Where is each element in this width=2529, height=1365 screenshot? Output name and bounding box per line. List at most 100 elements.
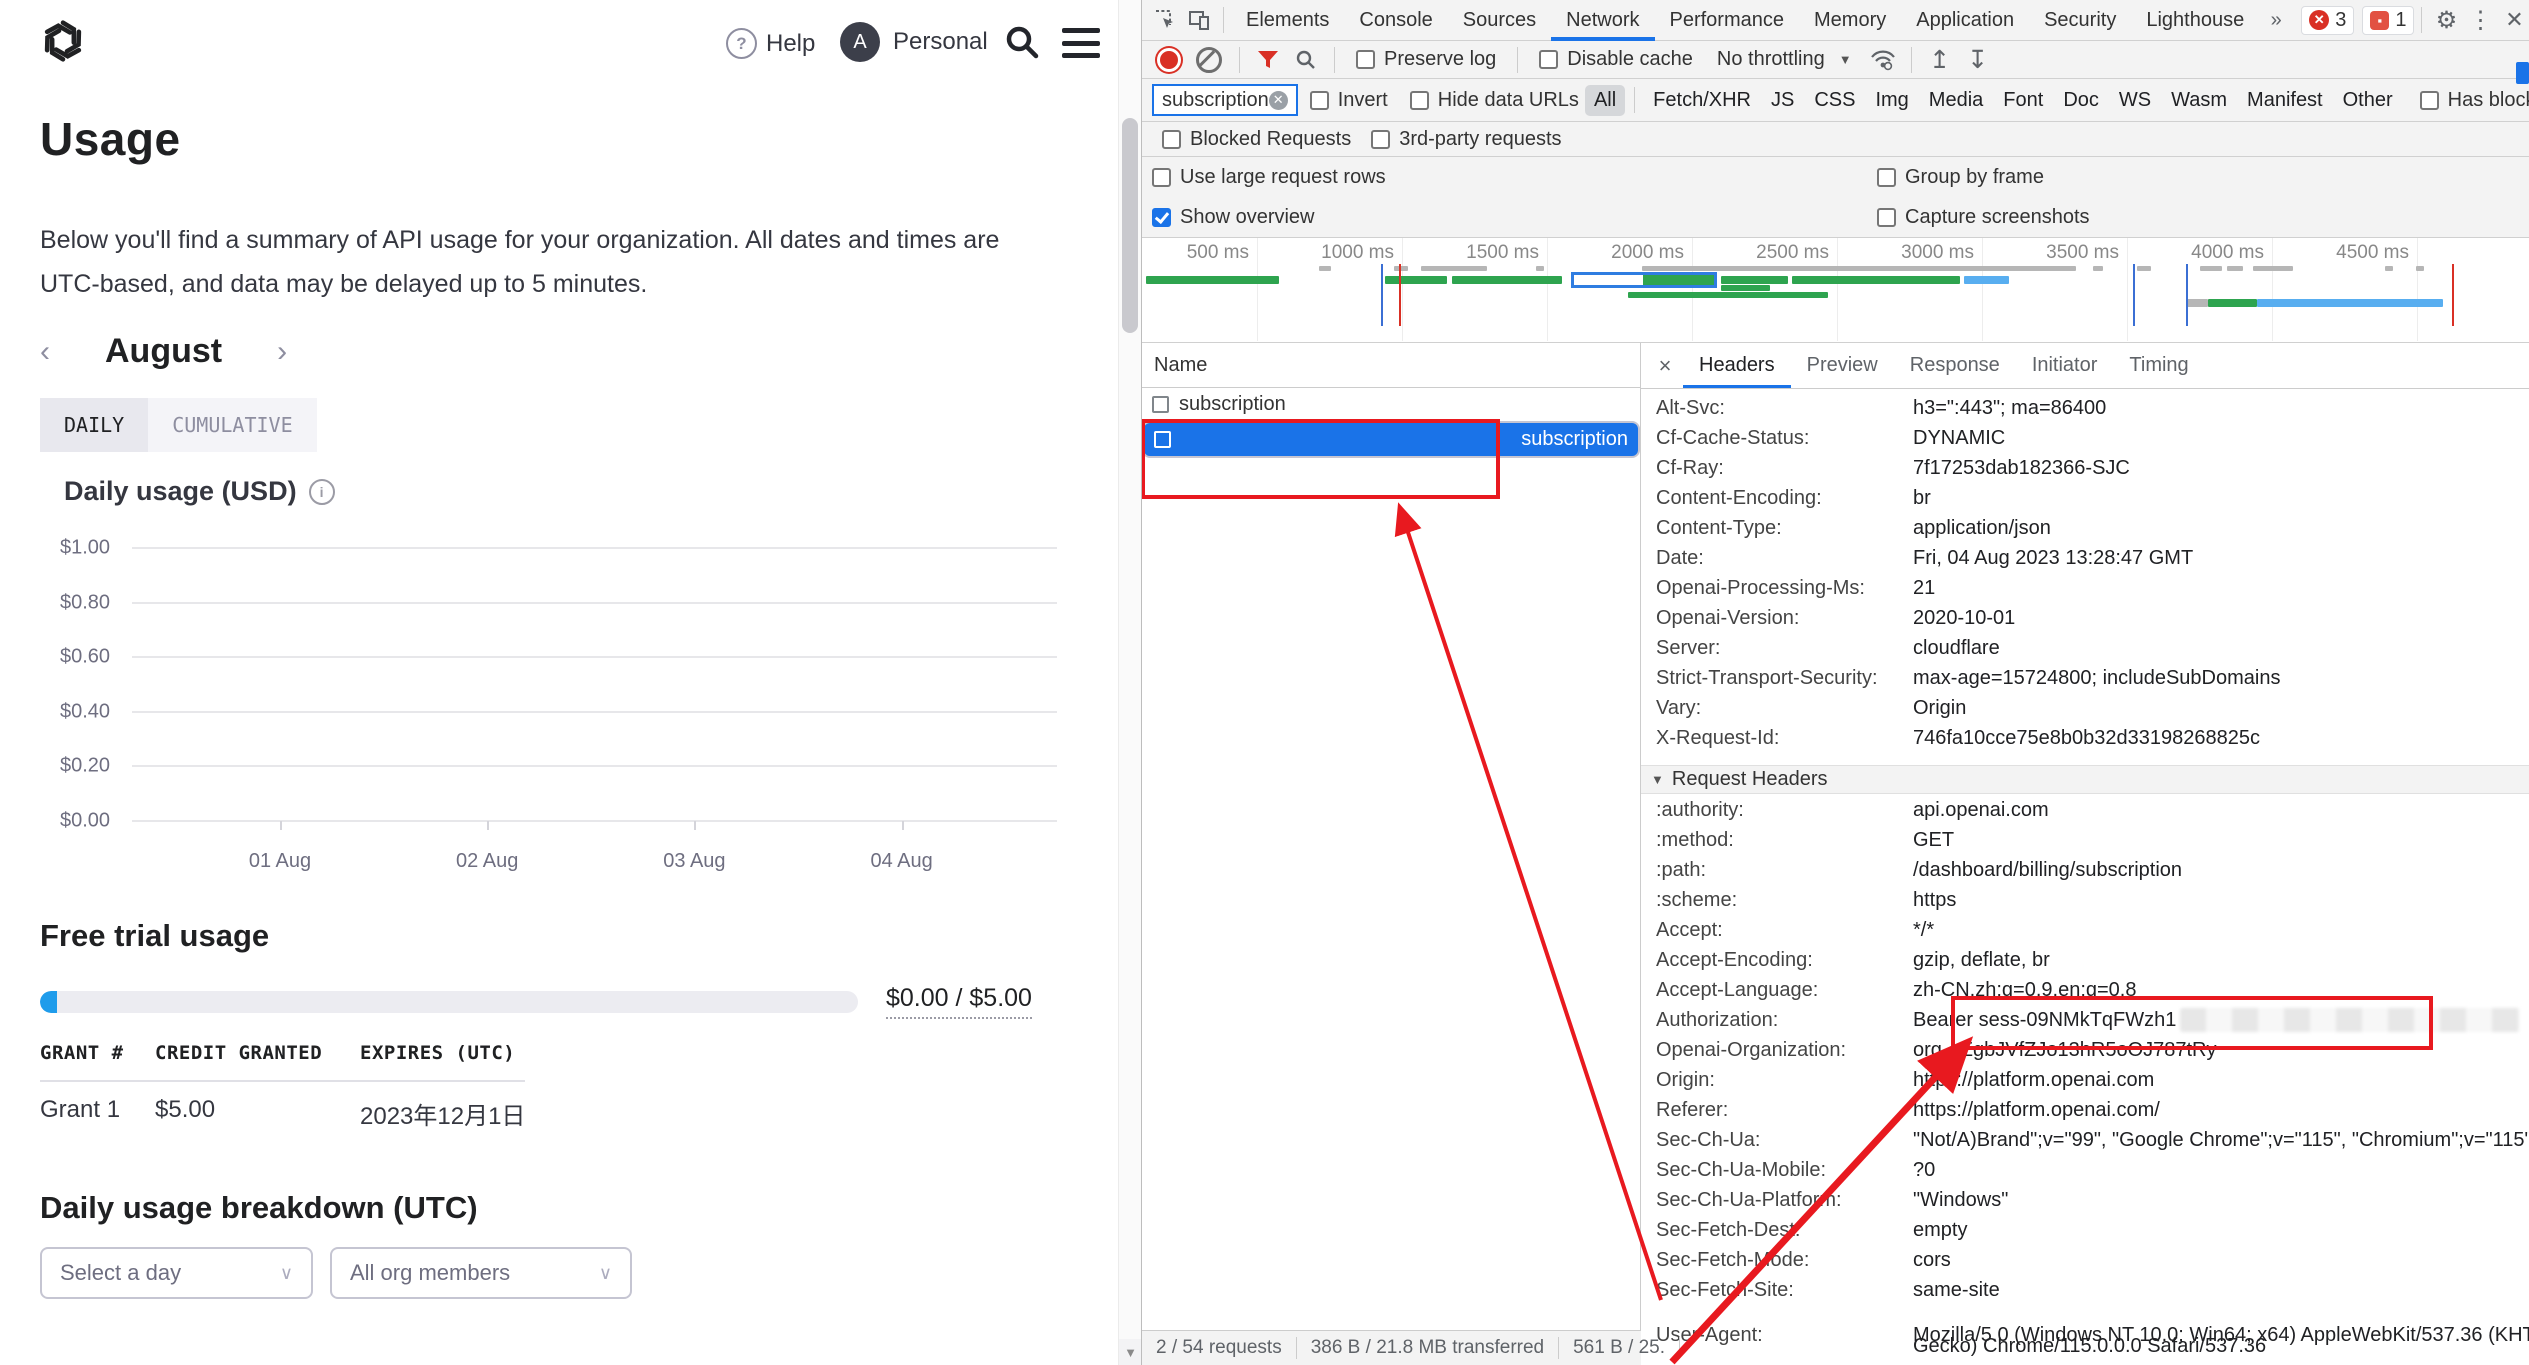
- separator: [1911, 47, 1912, 73]
- x-axis-label: 03 Aug: [663, 850, 725, 873]
- checkbox: [1539, 50, 1558, 69]
- devtools-tab-memory[interactable]: Memory: [1799, 0, 1901, 41]
- request-name: subscription: [1521, 428, 1628, 451]
- details-tab-initiator[interactable]: Initiator: [2016, 343, 2114, 388]
- has-blocked-cookies-checkbox[interactable]: Has blocked cookies: [2420, 89, 2529, 112]
- options-row-1: Use large request rows Group by frame: [1142, 157, 2529, 197]
- settings-gear-icon[interactable]: ⚙: [2429, 3, 2463, 37]
- request-row[interactable]: subscription: [1142, 388, 1640, 421]
- filter-type-doc[interactable]: Doc: [2054, 85, 2108, 116]
- filter-type-other[interactable]: Other: [2334, 85, 2402, 116]
- help-button[interactable]: ? Help: [726, 28, 815, 59]
- timeline-selection[interactable]: [1571, 272, 1717, 288]
- search-icon[interactable]: [1002, 22, 1042, 62]
- devtools-tab-network[interactable]: Network: [1551, 0, 1654, 41]
- devtools-tab-performance[interactable]: Performance: [1655, 0, 1800, 41]
- timeline-event-line-blue: [1381, 264, 1383, 326]
- filter-type-ws[interactable]: WS: [2110, 85, 2160, 116]
- filter-icon[interactable]: [1251, 43, 1285, 77]
- timeline-bar-green: [1385, 276, 1447, 284]
- filter-input[interactable]: subscription ✕: [1152, 84, 1298, 116]
- network-conditions-icon[interactable]: [1866, 43, 1900, 77]
- disable-cache-checkbox[interactable]: Disable cache: [1539, 48, 1693, 71]
- filter-type-manifest[interactable]: Manifest: [2238, 85, 2332, 116]
- separator: [1334, 47, 1335, 73]
- details-tab-timing[interactable]: Timing: [2113, 343, 2204, 388]
- timeline-bar-green: [1721, 285, 1770, 291]
- name-column-header[interactable]: Name: [1142, 343, 1640, 388]
- menu-icon[interactable]: [1062, 28, 1100, 58]
- clear-icon[interactable]: [1196, 47, 1222, 73]
- capture-screenshots-checkbox[interactable]: Capture screenshots: [1877, 206, 2090, 229]
- third-party-checkbox[interactable]: 3rd-party requests: [1371, 128, 1561, 151]
- edge-marker-icon: [2516, 62, 2529, 84]
- more-tabs-icon[interactable]: »: [2259, 3, 2293, 37]
- checkbox: [1877, 168, 1896, 187]
- filter-type-wasm[interactable]: Wasm: [2162, 85, 2236, 116]
- kebab-menu-icon[interactable]: ⋮: [2463, 3, 2497, 37]
- tab-cumulative[interactable]: CUMULATIVE: [148, 398, 316, 452]
- prev-month-button[interactable]: ‹: [40, 337, 50, 367]
- record-icon[interactable]: [1160, 51, 1178, 69]
- show-overview-checkbox[interactable]: Show overview: [1152, 206, 1315, 229]
- timeline-bar-gray: [2416, 266, 2424, 271]
- invert-checkbox[interactable]: Invert: [1310, 89, 1388, 112]
- timeline-gridline: [1837, 238, 1838, 341]
- request-checkbox[interactable]: [1152, 396, 1169, 413]
- y-axis-label: $0.00: [60, 809, 108, 832]
- close-devtools-icon[interactable]: ✕: [2497, 3, 2529, 37]
- gridline: [132, 820, 1057, 822]
- filter-type-js[interactable]: JS: [1762, 85, 1803, 116]
- search-icon[interactable]: [1289, 43, 1323, 77]
- details-tab-preview[interactable]: Preview: [1791, 343, 1894, 388]
- screen: ? Help A Personal Usage Below you'll fin…: [0, 0, 2529, 1365]
- close-details-icon[interactable]: ×: [1647, 348, 1683, 384]
- error-badge[interactable]: ✕ 3: [2301, 6, 2354, 35]
- clear-filter-icon[interactable]: ✕: [1269, 91, 1288, 110]
- request-row[interactable]: subscription: [1142, 421, 1640, 458]
- left-scrollbar[interactable]: ▼: [1118, 0, 1142, 1365]
- export-har-icon[interactable]: ↧: [1961, 43, 1995, 77]
- scrollbar-thumb[interactable]: [1122, 118, 1138, 333]
- preserve-log-checkbox[interactable]: Preserve log: [1356, 48, 1496, 71]
- hide-data-urls-checkbox[interactable]: Hide data URLs: [1410, 89, 1579, 112]
- request-checkbox[interactable]: [1154, 431, 1171, 448]
- issues-badge[interactable]: ▪ 1: [2362, 6, 2414, 35]
- filter-type-fetchxhr[interactable]: Fetch/XHR: [1644, 85, 1760, 116]
- inspect-element-icon[interactable]: [1148, 3, 1182, 37]
- scrollbar-down-arrow[interactable]: ▼: [1119, 1339, 1142, 1365]
- network-overview-timeline[interactable]: 500 ms1000 ms1500 ms2000 ms2500 ms3000 m…: [1142, 238, 2529, 343]
- request-headers-section[interactable]: ▼ Request Headers: [1641, 765, 2529, 794]
- devtools-tab-console[interactable]: Console: [1344, 0, 1447, 41]
- timeline-gridline: [1547, 238, 1548, 341]
- info-icon[interactable]: i: [309, 479, 335, 505]
- account-menu[interactable]: A Personal: [840, 22, 988, 62]
- grant-col: EXPIRES (UTC): [360, 1042, 515, 1064]
- device-toolbar-icon[interactable]: [1182, 3, 1216, 37]
- filter-type-img[interactable]: Img: [1866, 85, 1917, 116]
- org-members-select[interactable]: All org members∨: [330, 1247, 632, 1299]
- group-by-frame-checkbox[interactable]: Group by frame: [1877, 166, 2044, 189]
- next-month-button[interactable]: ›: [277, 337, 287, 367]
- blocked-requests-checkbox[interactable]: Blocked Requests: [1162, 128, 1351, 151]
- filter-type-media[interactable]: Media: [1920, 85, 1992, 116]
- devtools-tab-security[interactable]: Security: [2029, 0, 2131, 41]
- throttling-select[interactable]: No throttling ▼: [1717, 48, 1852, 71]
- devtools-tab-application[interactable]: Application: [1901, 0, 2029, 41]
- devtools-tab-elements[interactable]: Elements: [1231, 0, 1344, 41]
- devtools-tab-lighthouse[interactable]: Lighthouse: [2131, 0, 2259, 41]
- intro-text: Below you'll find a summary of API usage…: [40, 218, 1060, 306]
- details-tab-headers[interactable]: Headers: [1683, 343, 1791, 388]
- devtools-tab-sources[interactable]: Sources: [1448, 0, 1551, 41]
- dropdown-arrow-icon: ▼: [1839, 52, 1852, 67]
- tab-daily[interactable]: DAILY: [40, 398, 148, 452]
- options-row-2: Show overview Capture screenshots: [1142, 197, 2529, 238]
- filter-type-css[interactable]: CSS: [1805, 85, 1864, 116]
- day-select[interactable]: Select a day∨: [40, 1247, 313, 1299]
- import-har-icon[interactable]: ↥: [1923, 43, 1957, 77]
- filter-type-all[interactable]: All: [1585, 85, 1625, 116]
- large-rows-checkbox[interactable]: Use large request rows: [1152, 166, 1386, 189]
- details-tab-response[interactable]: Response: [1894, 343, 2016, 388]
- header-row: :authority:api.openai.com: [1641, 795, 2529, 825]
- filter-type-font[interactable]: Font: [1994, 85, 2052, 116]
